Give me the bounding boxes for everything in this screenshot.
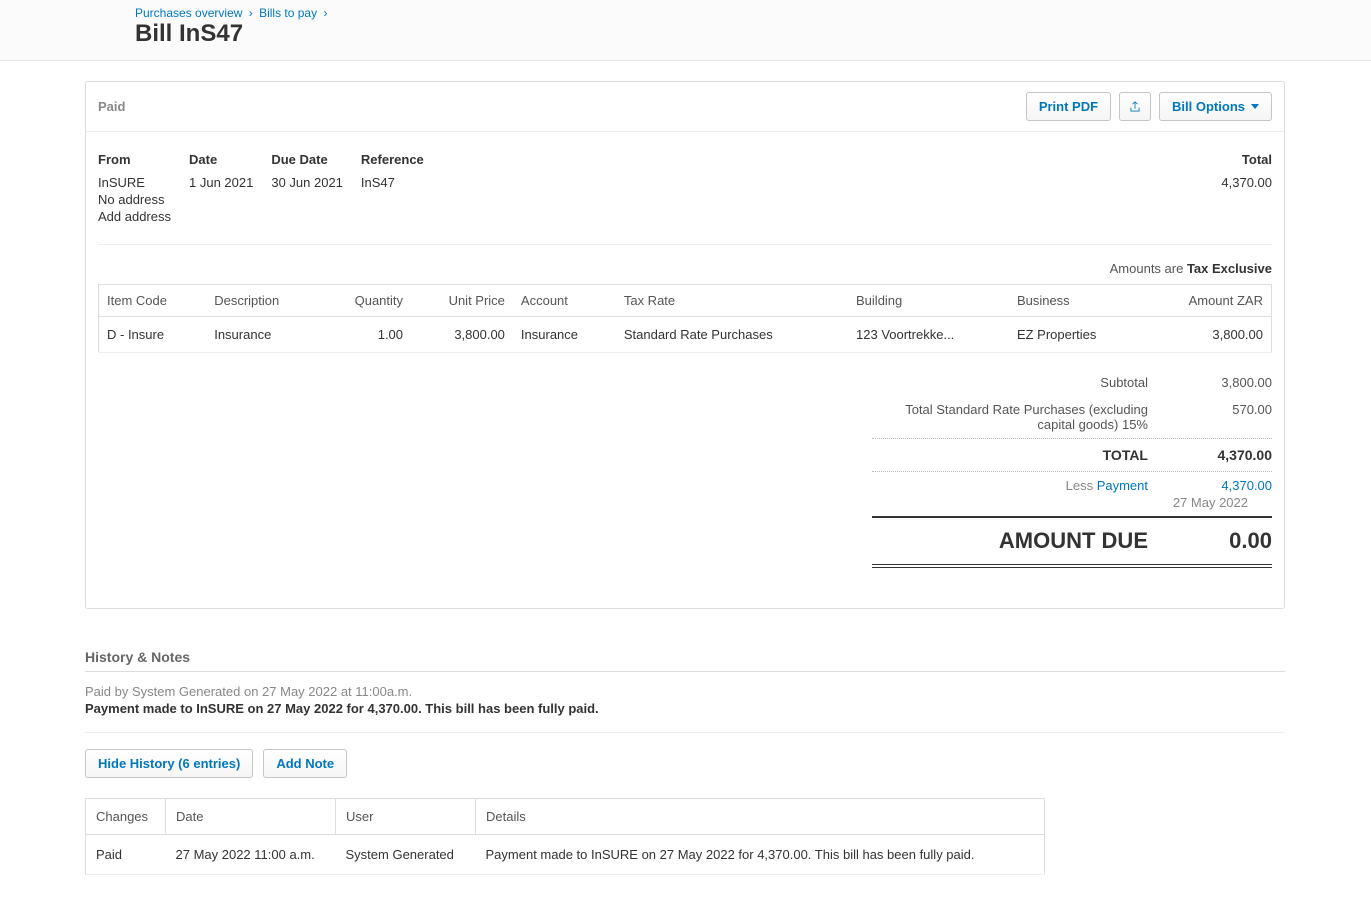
ref-value: InS47 (361, 175, 424, 192)
card-body: From InSURE No address Add address Date … (86, 132, 1284, 608)
history-summary-meta: Paid by System Generated on 27 May 2022 … (85, 684, 1285, 699)
payment-link[interactable]: Payment (1097, 478, 1148, 493)
subtotal-row: Subtotal 3,800.00 (872, 369, 1272, 396)
less-prefix: Less (1066, 478, 1097, 493)
amount-due-label: AMOUNT DUE (872, 528, 1172, 554)
th-quantity: Quantity (320, 285, 411, 317)
cell-quantity: 1.00 (320, 317, 411, 353)
hist-cell-user: System Generated (336, 835, 476, 875)
hist-cell-date: 27 May 2022 11:00 a.m. (166, 835, 336, 875)
history-title: History & Notes (85, 649, 1285, 672)
hide-history-button[interactable]: Hide History (6 entries) (85, 749, 253, 778)
hist-th-user: User (336, 799, 476, 835)
hist-th-date: Date (166, 799, 336, 835)
meta-date: Date 1 Jun 2021 (189, 152, 253, 226)
bill-options-label: Bill Options (1172, 99, 1245, 114)
status-badge: Paid (98, 99, 125, 114)
due-label: Due Date (271, 152, 343, 175)
th-business: Business (1009, 285, 1143, 317)
history-table: Changes Date User Details Paid 27 May 20… (85, 798, 1045, 875)
cell-amount: 3,800.00 (1143, 317, 1271, 353)
th-amount: Amount ZAR (1143, 285, 1271, 317)
cell-tax-rate: Standard Rate Purchases (616, 317, 848, 353)
history-header-row: Changes Date User Details (86, 799, 1045, 835)
tax-note: Amounts are Tax Exclusive (98, 257, 1272, 284)
total-label: Total (1221, 152, 1272, 175)
history-actions: Hide History (6 entries) Add Note (85, 749, 1285, 778)
tax-note-prefix: Amounts are (1110, 261, 1187, 276)
table-header-row: Item Code Description Quantity Unit Pric… (99, 285, 1272, 317)
card-top-bar: Paid Print PDF Bill Options (86, 82, 1284, 132)
share-icon (1128, 100, 1142, 114)
less-value[interactable]: 4,370.00 (1172, 478, 1272, 493)
subtotal-value: 3,800.00 (1172, 375, 1272, 390)
amount-due-value: 0.00 (1172, 528, 1272, 554)
table-row: D - Insure Insurance 1.00 3,800.00 Insur… (99, 317, 1272, 353)
share-button[interactable] (1119, 92, 1151, 121)
cell-building: 123 Voortrekke... (848, 317, 1009, 353)
due-value: 30 Jun 2021 (271, 175, 343, 192)
breadcrumb: Purchases overview › Bills to pay › (0, 0, 1371, 20)
history-summary-detail: Payment made to InSURE on 27 May 2022 fo… (85, 699, 1285, 733)
total-value: 4,370.00 (1221, 175, 1272, 192)
add-note-button[interactable]: Add Note (263, 749, 347, 778)
ref-label: Reference (361, 152, 424, 175)
from-no-address: No address (98, 192, 171, 209)
action-bar: Print PDF Bill Options (1026, 92, 1272, 121)
tax-value: 570.00 (1172, 402, 1272, 432)
hist-cell-changes: Paid (86, 835, 166, 875)
th-tax-rate: Tax Rate (616, 285, 848, 317)
cell-business: EZ Properties (1009, 317, 1143, 353)
subtotal-label: Subtotal (872, 375, 1172, 390)
th-building: Building (848, 285, 1009, 317)
date-label: Date (189, 152, 253, 175)
history-section: History & Notes Paid by System Generated… (85, 649, 1285, 915)
th-account: Account (513, 285, 616, 317)
totals-block: Subtotal 3,800.00 Total Standard Rate Pu… (98, 369, 1272, 568)
tax-row: Total Standard Rate Purchases (excluding… (872, 396, 1272, 438)
date-value: 1 Jun 2021 (189, 175, 253, 192)
tax-note-bold: Tax Exclusive (1187, 261, 1272, 276)
hist-th-details: Details (476, 799, 1045, 835)
meta-reference: Reference InS47 (361, 152, 424, 226)
meta-from: From InSURE No address Add address (98, 152, 171, 226)
total-label-final: TOTAL (872, 447, 1172, 463)
breadcrumb-sep: › (246, 6, 256, 20)
hist-th-changes: Changes (86, 799, 166, 835)
meta-row: From InSURE No address Add address Date … (98, 152, 1272, 245)
cell-item-code: D - Insure (99, 317, 207, 353)
total-row: TOTAL 4,370.00 (872, 439, 1272, 471)
th-unit-price: Unit Price (411, 285, 513, 317)
less-date: 27 May 2022 (872, 495, 1272, 516)
hist-cell-details: Payment made to InSURE on 27 May 2022 fo… (476, 835, 1045, 875)
from-link[interactable]: InSURE (98, 175, 171, 192)
breadcrumb-link-purchases[interactable]: Purchases overview (135, 6, 242, 20)
cell-description: Insurance (206, 317, 320, 353)
from-label: From (98, 152, 171, 175)
breadcrumb-sep: › (320, 6, 330, 20)
th-item-code: Item Code (99, 285, 207, 317)
tax-label: Total Standard Rate Purchases (excluding… (872, 402, 1172, 432)
print-pdf-button[interactable]: Print PDF (1026, 92, 1111, 121)
chevron-down-icon (1251, 104, 1259, 109)
add-address-link[interactable]: Add address (98, 209, 171, 226)
page-title: Bill InS47 (0, 20, 1371, 52)
bill-options-button[interactable]: Bill Options (1159, 92, 1272, 121)
bill-card: Paid Print PDF Bill Options From InSURE (85, 81, 1285, 609)
breadcrumb-link-bills[interactable]: Bills to pay (259, 6, 317, 20)
amount-due-row: AMOUNT DUE 0.00 (872, 516, 1272, 568)
total-value-final: 4,370.00 (1172, 447, 1272, 463)
meta-total: Total 4,370.00 (1221, 152, 1272, 226)
page-header: Purchases overview › Bills to pay › Bill… (0, 0, 1371, 61)
history-row: Paid 27 May 2022 11:00 a.m. System Gener… (86, 835, 1045, 875)
line-items-table: Item Code Description Quantity Unit Pric… (98, 284, 1272, 353)
cell-unit-price: 3,800.00 (411, 317, 513, 353)
cell-account: Insurance (513, 317, 616, 353)
th-description: Description (206, 285, 320, 317)
meta-due: Due Date 30 Jun 2021 (271, 152, 343, 226)
